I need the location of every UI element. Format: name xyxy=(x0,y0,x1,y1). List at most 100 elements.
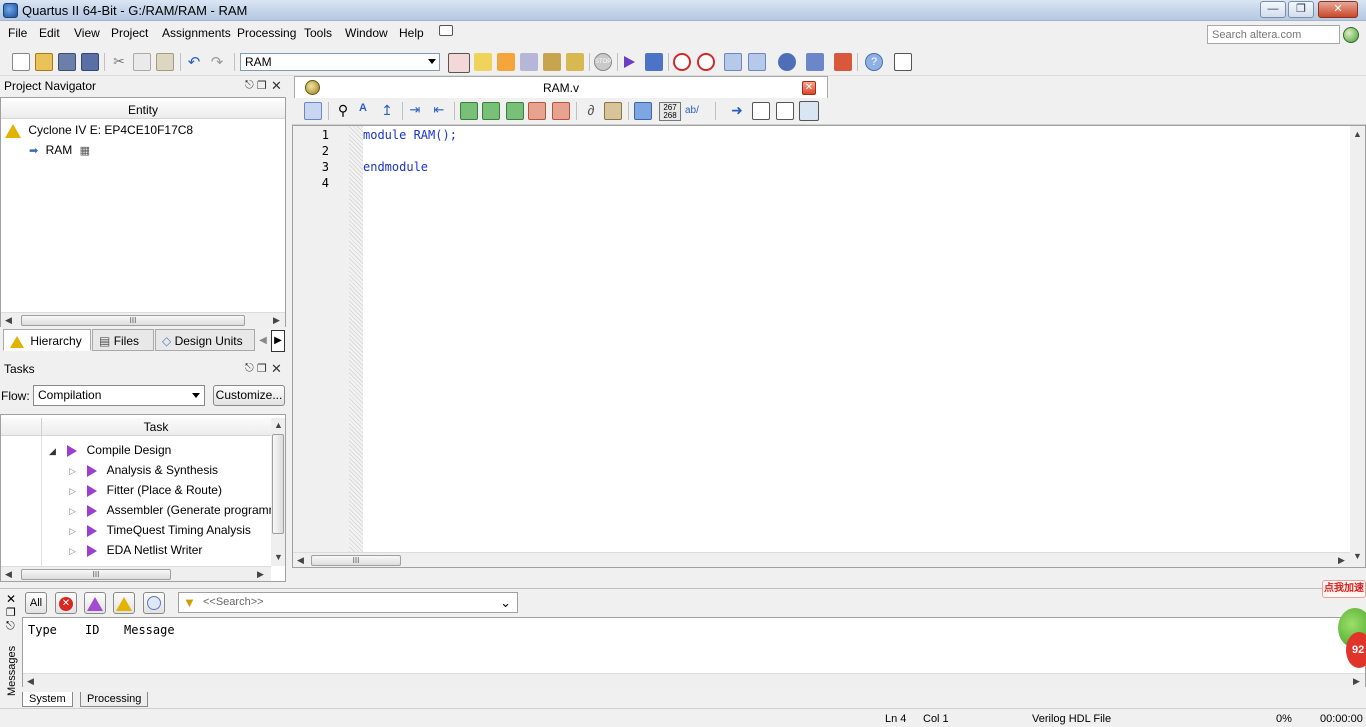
scroll-right-icon[interactable]: ▶ xyxy=(1353,676,1360,687)
menu-view[interactable]: View xyxy=(74,26,100,40)
block-indent-icon[interactable] xyxy=(752,102,770,120)
code-line[interactable]: module RAM(); xyxy=(363,128,457,142)
speed-boost-widget[interactable]: 点我加速 92 xyxy=(1322,580,1366,670)
code-editor[interactable]: 1 2 3 4 module RAM(); endmodule ▲ ▼ ◀ II… xyxy=(292,125,1366,568)
messages-horizontal-scrollbar[interactable]: ◀ ▶ xyxy=(23,673,1365,688)
open-folder-icon[interactable] xyxy=(35,53,53,71)
tab-processing[interactable]: Processing xyxy=(80,692,149,707)
task-row-analysis-synthesis[interactable]: ▷ Analysis & Synthesis xyxy=(69,463,218,477)
assignment-editor-icon[interactable] xyxy=(474,53,492,71)
save-icon[interactable] xyxy=(58,53,76,71)
chip-planner-view-icon[interactable] xyxy=(778,53,796,71)
new-file-icon[interactable] xyxy=(12,53,30,71)
save-all-icon[interactable] xyxy=(81,53,99,71)
tasks-horizontal-scrollbar[interactable]: ◀ III ▶ xyxy=(1,566,271,581)
scroll-right-icon[interactable]: ▶ xyxy=(273,315,280,326)
message-column-header[interactable]: Message xyxy=(124,623,175,637)
run-task-icon[interactable] xyxy=(87,504,98,517)
run-task-icon[interactable] xyxy=(67,444,78,457)
comment-icon[interactable] xyxy=(634,102,652,120)
float-icon[interactable]: ❐ xyxy=(257,362,267,375)
power-analyzer-icon[interactable] xyxy=(697,53,715,71)
navigator-horizontal-scrollbar[interactable]: ◀ III ▶ xyxy=(1,312,285,327)
message-search-input[interactable]: ▼ <<Search>> ⌄ xyxy=(178,592,518,613)
task-row-fitter[interactable]: ▷ Fitter (Place & Route) xyxy=(69,483,222,497)
tab-system[interactable]: System xyxy=(22,692,73,707)
paste-icon[interactable] xyxy=(156,53,174,71)
menu-window[interactable]: Window xyxy=(345,26,388,40)
hierarchy-toggle-icon[interactable] xyxy=(448,53,470,73)
editor-tab[interactable]: RAM.v ✕ xyxy=(294,76,828,98)
top-entity-selector[interactable]: RAM xyxy=(240,53,440,71)
undo-icon[interactable]: ↶ xyxy=(185,53,203,71)
redo-icon[interactable]: ↷ xyxy=(208,53,226,71)
task-row-eda-netlist[interactable]: ▷ EDA Netlist Writer xyxy=(69,543,202,557)
run-task-icon[interactable] xyxy=(87,464,98,477)
pin-icon[interactable]: ⎋ xyxy=(245,79,254,92)
customize-button[interactable]: Customize... xyxy=(213,385,285,406)
close-window-button[interactable]: ✕ xyxy=(1318,1,1358,18)
tab-design-units[interactable]: ◇ Design Units xyxy=(155,329,255,351)
start-analysis-icon[interactable] xyxy=(645,53,663,71)
menu-assignments[interactable]: Assignments xyxy=(162,26,231,40)
netlist-viewer-icon[interactable] xyxy=(748,53,766,71)
close-icon[interactable]: ✕ xyxy=(6,592,16,606)
scroll-up-icon[interactable]: ▲ xyxy=(274,420,283,430)
filter-warnings-button[interactable] xyxy=(113,592,135,614)
task-row-timequest[interactable]: ▷ TimeQuest Timing Analysis xyxy=(69,523,251,537)
rtl-viewer-icon[interactable] xyxy=(724,53,742,71)
filter-errors-button[interactable]: ✕ xyxy=(55,592,77,614)
run-task-icon[interactable] xyxy=(87,544,98,557)
scroll-left-icon[interactable]: ◀ xyxy=(27,676,34,687)
design-partition-icon[interactable] xyxy=(543,53,561,71)
scroll-up-icon[interactable]: ▲ xyxy=(1353,129,1362,139)
speed-boost-label[interactable]: 点我加速 xyxy=(1322,580,1366,598)
block-unindent-icon[interactable] xyxy=(776,102,794,120)
timing-settings-icon[interactable] xyxy=(520,53,538,71)
programmer-icon[interactable] xyxy=(806,53,824,71)
chevron-down-icon[interactable]: ⌄ xyxy=(500,595,511,611)
clear-bookmarks-icon[interactable] xyxy=(552,102,570,120)
signaltap-icon[interactable] xyxy=(834,53,852,71)
menu-help[interactable]: Help xyxy=(399,26,424,40)
menu-file[interactable]: File xyxy=(8,26,27,40)
pin-planner-icon[interactable] xyxy=(497,53,515,71)
run-task-icon[interactable] xyxy=(87,524,98,537)
line-numbers-icon[interactable]: 267 268 xyxy=(659,102,681,121)
find-icon[interactable]: ⚲ xyxy=(334,102,352,120)
float-icon[interactable]: ❐ xyxy=(257,79,267,92)
next-bookmark-icon[interactable] xyxy=(482,102,500,120)
previous-bookmark-icon[interactable] xyxy=(506,102,524,120)
attach-icon[interactable]: ∂ xyxy=(582,102,600,120)
tabs-scroll-right-icon[interactable]: ▶ xyxy=(271,330,285,352)
menu-edit[interactable]: Edit xyxy=(39,26,60,40)
filter-all-button[interactable]: All xyxy=(25,592,47,614)
tasks-vertical-scrollbar[interactable]: ▲ ▼ xyxy=(271,418,285,566)
entity-column-header[interactable]: Entity xyxy=(1,101,285,119)
tabs-scroll-left-icon[interactable]: ◀ xyxy=(257,331,269,351)
filter-suppressed-button[interactable] xyxy=(143,592,165,614)
pin-icon[interactable]: ⎋ xyxy=(245,362,254,375)
replace-icon[interactable]: A xyxy=(354,102,372,120)
stop-icon[interactable]: STOP xyxy=(594,53,612,71)
spell-check-icon[interactable]: ab/ xyxy=(685,105,699,116)
scroll-right-icon[interactable]: ▶ xyxy=(1338,555,1345,566)
top-entity-row[interactable]: ➡ RAM ▦ xyxy=(29,143,90,157)
timequest-icon[interactable] xyxy=(673,53,691,71)
run-task-icon[interactable] xyxy=(87,484,98,497)
type-column-header[interactable]: Type xyxy=(28,623,57,637)
unindent-icon[interactable]: ⇤ xyxy=(430,102,448,120)
minimize-button[interactable]: — xyxy=(1260,1,1286,18)
code-line[interactable]: endmodule xyxy=(363,160,428,174)
maximize-button[interactable]: ❐ xyxy=(1288,1,1314,18)
close-icon[interactable]: ✕ xyxy=(271,361,282,377)
float-icon[interactable]: ❐ xyxy=(6,606,16,619)
tab-files[interactable]: ▤ Files xyxy=(92,329,154,351)
delete-bookmark-icon[interactable] xyxy=(528,102,546,120)
start-compilation-icon[interactable] xyxy=(624,56,635,68)
scroll-thumb[interactable] xyxy=(272,434,284,534)
task-row-assembler[interactable]: ▷ Assembler (Generate programming xyxy=(69,503,285,517)
scroll-thumb[interactable]: III xyxy=(21,569,171,580)
menu-processing[interactable]: Processing xyxy=(237,26,296,40)
editor-vertical-scrollbar[interactable]: ▲ ▼ xyxy=(1350,126,1365,567)
